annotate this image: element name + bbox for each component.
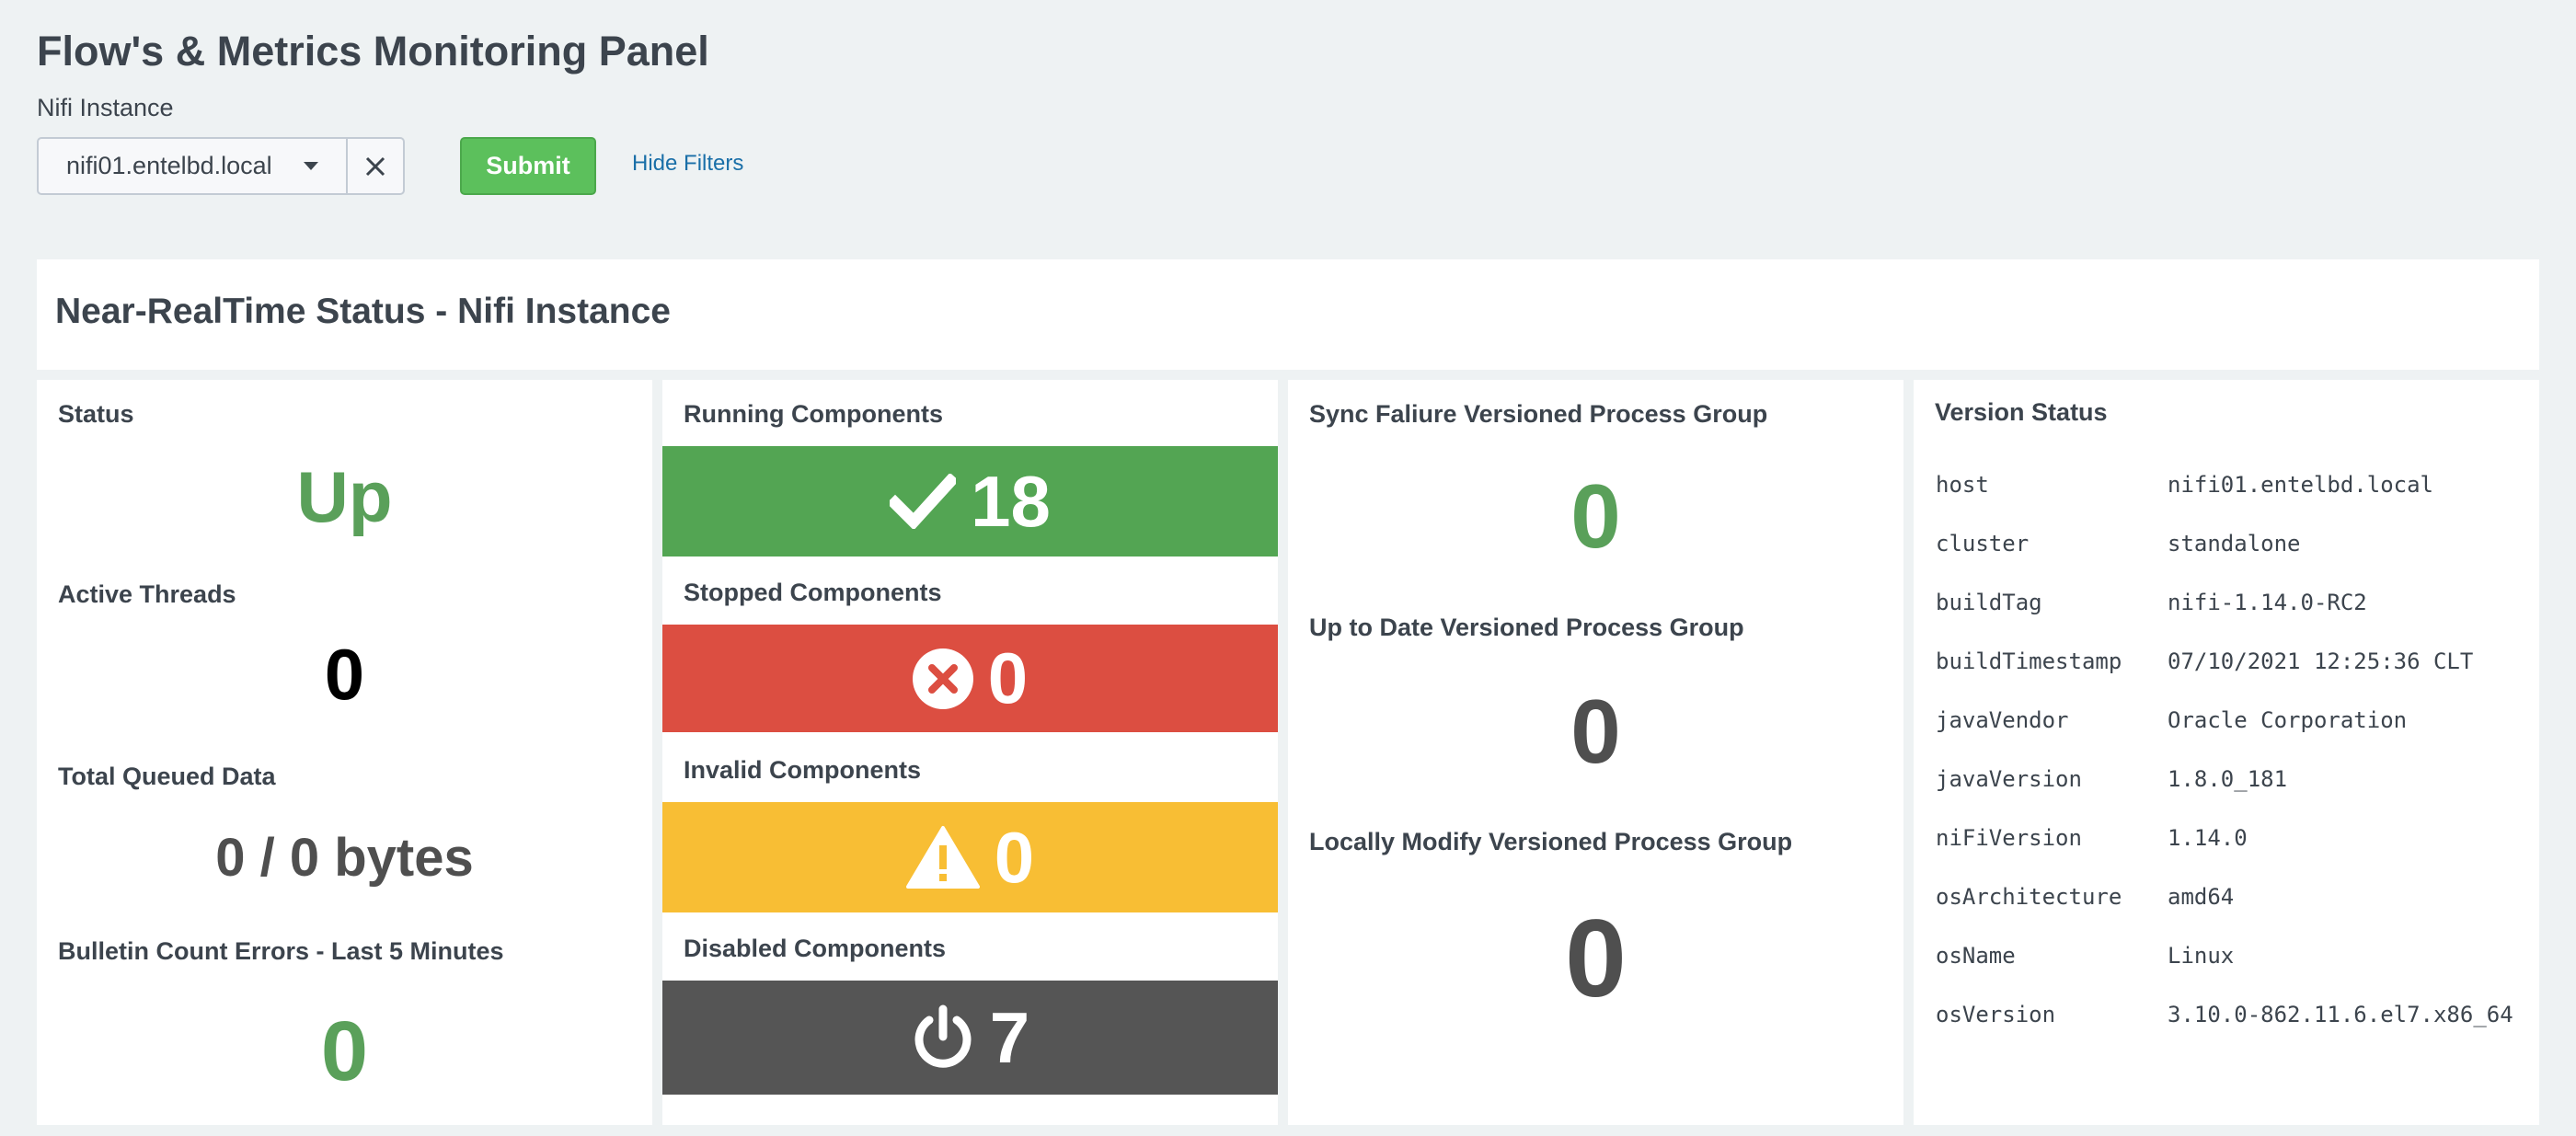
- power-icon: [914, 1004, 972, 1068]
- row-key: osVersion: [1936, 1002, 2056, 1027]
- row-value: nifi01.entelbd.local: [2168, 472, 2433, 498]
- stopped-components-label: Stopped Components: [684, 579, 942, 606]
- row-value: amd64: [2168, 884, 2235, 910]
- row-value: 1.14.0: [2168, 825, 2248, 851]
- x-circle-icon: [912, 648, 973, 709]
- disabled-components-value: 7: [989, 996, 1030, 1078]
- active-threads-value: 0: [324, 634, 365, 715]
- sync-failure-value: 0: [1570, 465, 1621, 567]
- components-panel: Running Components 18 Stopped Components…: [662, 380, 1278, 1125]
- status-panel: Status Up Active Threads 0 Total Queued …: [37, 380, 652, 1125]
- stopped-components-value: 0: [987, 637, 1029, 718]
- up-to-date-value: 0: [1570, 681, 1621, 782]
- row-value: standalone: [2168, 531, 2301, 557]
- row-key: javaVendor: [1936, 707, 2069, 733]
- total-queued-value: 0 / 0 bytes: [215, 828, 474, 888]
- section-header: Near-RealTime Status - Nifi Instance: [37, 259, 2539, 370]
- clear-selection-button[interactable]: [348, 139, 403, 193]
- version-status-title: Version Status: [1935, 398, 2108, 426]
- table-row: host nifi01.entelbd.local: [1936, 455, 2513, 514]
- invalid-components-label: Invalid Components: [684, 756, 922, 784]
- row-key: buildTag: [1936, 590, 2042, 615]
- disabled-components-label: Disabled Components: [684, 935, 947, 962]
- row-key: osArchitecture: [1936, 884, 2122, 910]
- instance-filter-label: Nifi Instance: [37, 94, 174, 121]
- sync-failure-label: Sync Faliure Versioned Process Group: [1309, 400, 1768, 428]
- status-label: Status: [58, 400, 134, 428]
- locally-modified-label: Locally Modify Versioned Process Group: [1309, 828, 1793, 855]
- row-key: niFiVersion: [1936, 825, 2082, 851]
- disabled-components-tile: 7: [662, 981, 1278, 1095]
- table-row: osArchitecture amd64: [1936, 867, 2513, 926]
- running-components-tile: 18: [662, 446, 1278, 557]
- versioned-groups-panel: Sync Faliure Versioned Process Group 0 U…: [1288, 380, 1903, 1125]
- running-components-label: Running Components: [684, 400, 943, 428]
- locally-modified-value: 0: [1565, 897, 1627, 1020]
- row-key: osName: [1936, 943, 2016, 969]
- instance-select-toggle[interactable]: nifi01.entelbd.local: [39, 139, 348, 193]
- close-icon: [365, 156, 385, 176]
- section-title: Near-RealTime Status - Nifi Instance: [55, 292, 671, 331]
- status-value: Up: [296, 456, 393, 537]
- version-status-panel: Version Status host nifi01.entelbd.local …: [1914, 380, 2539, 1125]
- invalid-components-value: 0: [994, 816, 1035, 898]
- invalid-components-tile: 0: [662, 802, 1278, 912]
- table-row: osVersion 3.10.0-862.11.6.el7.x86_64: [1936, 985, 2513, 1044]
- table-row: javaVersion 1.8.0_181: [1936, 750, 2513, 809]
- submit-button[interactable]: Submit: [460, 137, 596, 195]
- table-row: cluster standalone: [1936, 514, 2513, 573]
- hide-filters-link[interactable]: Hide Filters: [632, 151, 743, 177]
- row-value: 07/10/2021 12:25:36 CLT: [2168, 648, 2474, 674]
- row-value: 1.8.0_181: [2168, 766, 2288, 792]
- table-row: buildTag nifi-1.14.0-RC2: [1936, 573, 2513, 632]
- row-value: 3.10.0-862.11.6.el7.x86_64: [2168, 1002, 2513, 1027]
- bulletin-errors-value: 0: [320, 1004, 369, 1098]
- active-threads-label: Active Threads: [58, 580, 236, 608]
- table-row: javaVendor Oracle Corporation: [1936, 691, 2513, 750]
- instance-select-value: nifi01.entelbd.local: [66, 152, 272, 179]
- table-row: osName Linux: [1936, 926, 2513, 985]
- up-to-date-label: Up to Date Versioned Process Group: [1309, 614, 1744, 641]
- table-row: buildTimestamp 07/10/2021 12:25:36 CLT: [1936, 632, 2513, 691]
- warning-triangle-icon: [905, 826, 980, 889]
- bulletin-errors-label: Bulletin Count Errors - Last 5 Minutes: [58, 937, 504, 965]
- running-components-value: 18: [971, 460, 1051, 542]
- row-value: nifi-1.14.0-RC2: [2168, 590, 2367, 615]
- stopped-components-tile: 0: [662, 625, 1278, 732]
- checkmark-icon: [890, 474, 957, 529]
- total-queued-label: Total Queued Data: [58, 763, 276, 790]
- row-key: buildTimestamp: [1936, 648, 2122, 674]
- row-key: javaVersion: [1936, 766, 2082, 792]
- instance-dropdown[interactable]: nifi01.entelbd.local: [37, 137, 405, 195]
- row-key: host: [1936, 472, 1989, 498]
- row-value: Oracle Corporation: [2168, 707, 2408, 733]
- table-row: niFiVersion 1.14.0: [1936, 809, 2513, 867]
- page-title: Flow's & Metrics Monitoring Panel: [37, 28, 709, 75]
- caret-down-icon: [304, 162, 318, 170]
- row-value: Linux: [2168, 943, 2235, 969]
- version-status-table: host nifi01.entelbd.local cluster standalo…: [1936, 455, 2513, 1044]
- row-key: cluster: [1936, 531, 2030, 557]
